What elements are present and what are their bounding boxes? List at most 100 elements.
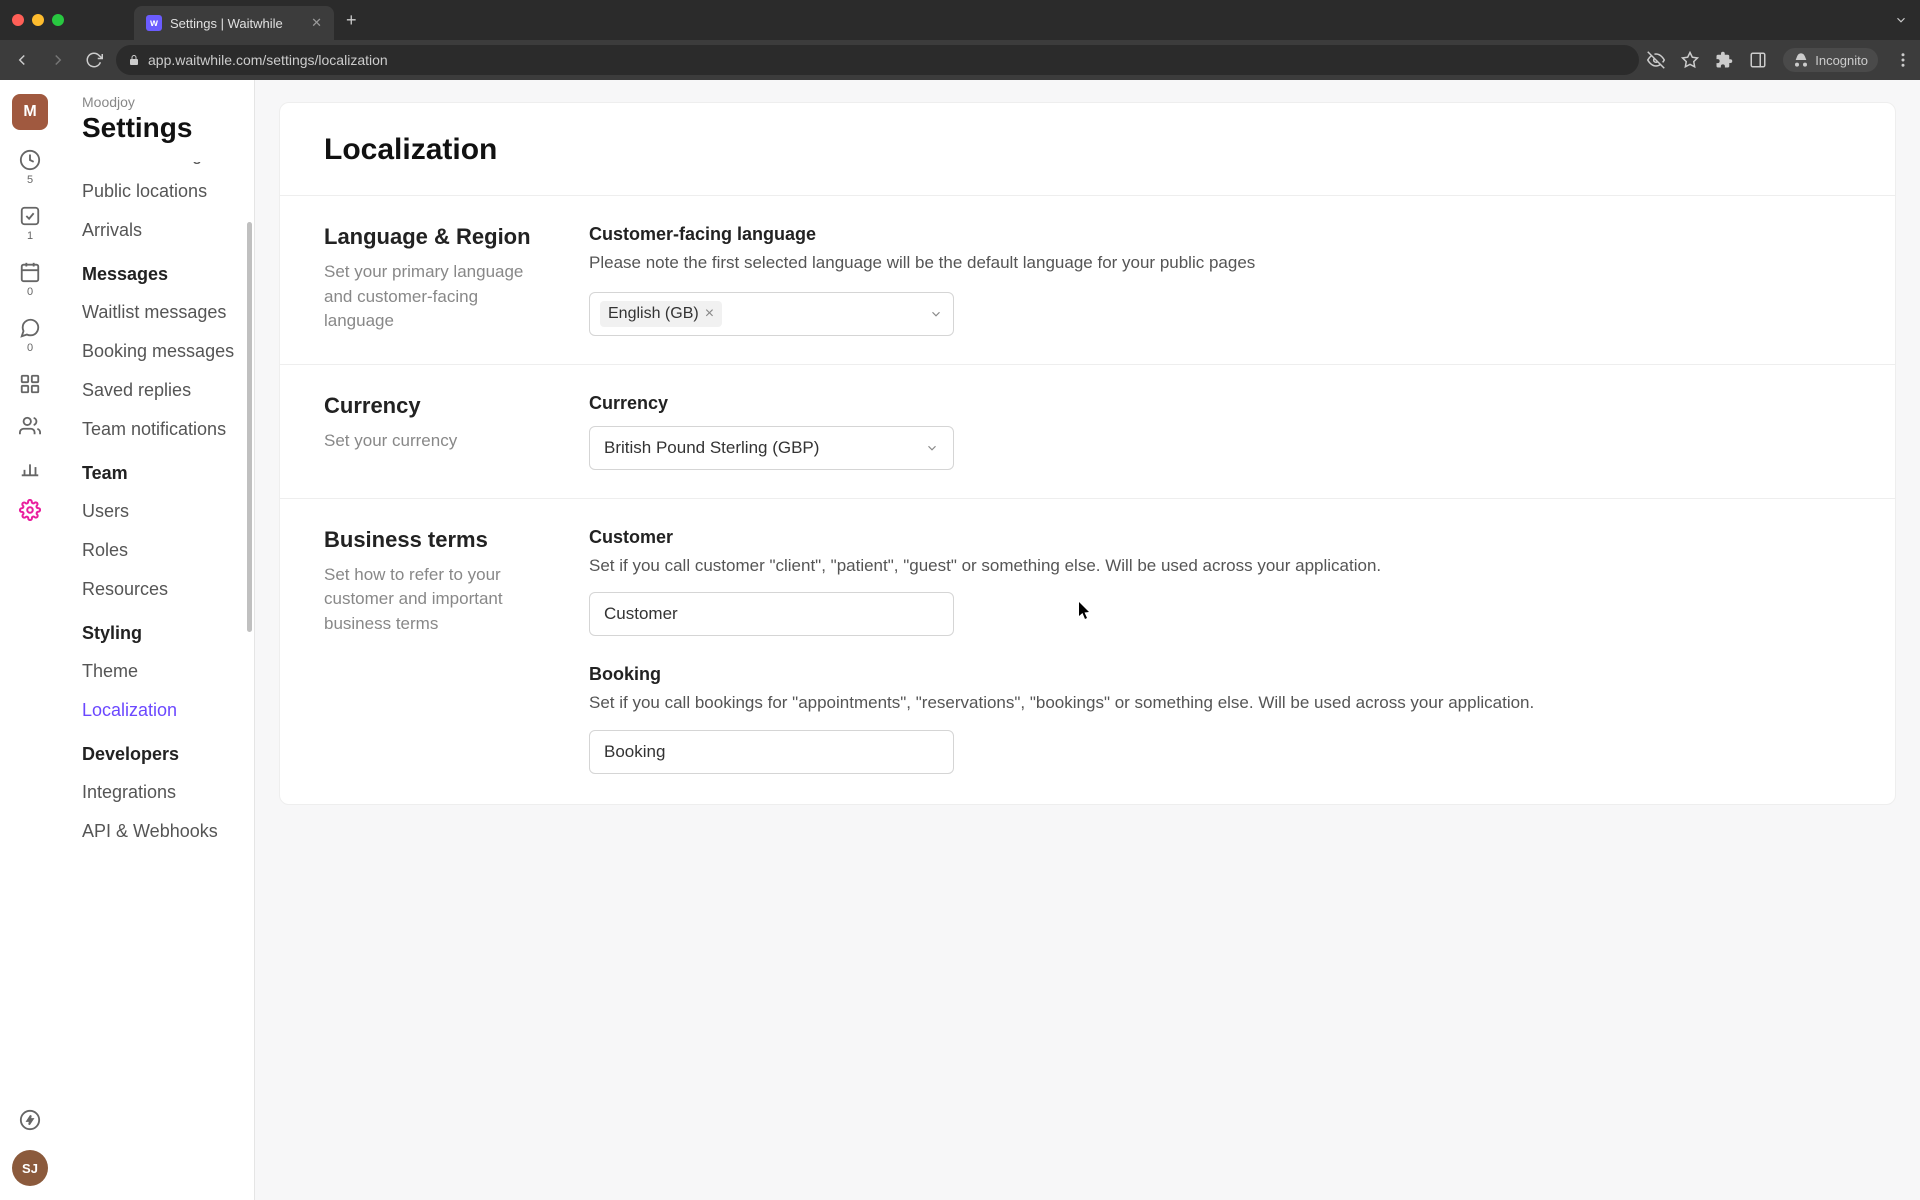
nav-item-localization[interactable]: Localization [82,691,254,730]
incognito-badge[interactable]: Incognito [1783,48,1878,72]
clock-icon [18,148,42,172]
nav-heading-team: Team [82,449,254,492]
lock-icon [128,54,140,66]
section-currency: Currency Set your currency Currency Brit… [324,393,1851,470]
booking-term-input[interactable] [589,730,954,774]
section-language-region: Language & Region Set your primary langu… [324,224,1851,336]
nav-item-api-webhooks[interactable]: API & Webhooks [82,812,254,851]
field-label-customer: Customer [589,527,1851,548]
tabs-overflow-icon[interactable] [1894,13,1908,27]
tab-close-button[interactable]: ✕ [311,15,322,31]
chat-icon [18,316,42,340]
nav-item-integrations[interactable]: Integrations [82,773,254,812]
rail-apps[interactable] [12,372,48,396]
rail-clock[interactable]: 5 [12,148,48,186]
field-note-customer: Set if you call customer "client", "pati… [589,554,1851,579]
breadcrumb[interactable]: Moodjoy [82,94,254,110]
tab-title: Settings | Waitwhile [170,16,283,31]
settings-nav-sidebar: Moodjoy Settings Online booking Public l… [60,80,255,1200]
scrollbar-thumb[interactable] [247,222,252,632]
nav-item-team-notifications[interactable]: Team notifications [82,410,254,449]
rail-chat-badge: 0 [27,342,33,354]
currency-value: British Pound Sterling (GBP) [604,438,819,458]
chip-remove-button[interactable]: × [705,305,714,323]
page-title: Settings [82,112,254,144]
divider [280,364,1895,365]
forward-button[interactable] [44,46,72,74]
nav-item-waitlist-messages[interactable]: Waitlist messages [82,293,254,332]
kebab-menu-icon[interactable] [1894,51,1912,69]
section-desc-currency: Set your currency [324,429,549,454]
divider [280,195,1895,196]
rail-calendar[interactable]: 0 [12,260,48,298]
window-minimize-button[interactable] [32,14,44,26]
nav-item-public-locations[interactable]: Public locations [82,172,254,211]
card-title: Localization [324,133,1851,167]
window-maximize-button[interactable] [52,14,64,26]
field-note-customer-language: Please note the first selected language … [589,251,1851,276]
grid-icon [18,372,42,396]
nav-item-roles[interactable]: Roles [82,531,254,570]
rail-analytics[interactable] [12,456,48,480]
settings-content: Localization Language & Region Set your … [255,80,1920,1200]
nav-item-resources[interactable]: Resources [82,570,254,609]
calendar-icon [18,260,42,284]
divider [280,498,1895,499]
new-tab-button[interactable]: + [346,10,357,31]
bookmark-star-icon[interactable] [1681,51,1699,69]
section-desc-language: Set your primary language and customer-f… [324,260,549,334]
check-square-icon [18,204,42,228]
back-button[interactable] [8,46,36,74]
section-desc-business-terms: Set how to refer to your customer and im… [324,563,549,637]
sidepanel-icon[interactable] [1749,51,1767,69]
chevron-down-icon [925,441,939,455]
nav-item-saved-replies[interactable]: Saved replies [82,371,254,410]
reload-button[interactable] [80,46,108,74]
language-multiselect[interactable]: English (GB) × [589,292,954,336]
gear-icon [18,498,42,522]
window-close-button[interactable] [12,14,24,26]
eye-off-icon[interactable] [1647,51,1665,69]
section-business-terms: Business terms Set how to refer to your … [324,527,1851,774]
url-text: app.waitwhile.com/settings/localization [148,52,388,68]
rail-calendar-badge: 0 [27,286,33,298]
nav-item-booking-messages[interactable]: Booking messages [82,332,254,371]
sidebar-scrollbar[interactable] [247,128,252,1200]
nav-item-theme[interactable]: Theme [82,652,254,691]
nav-item-arrivals[interactable]: Arrivals [82,211,254,250]
field-label-currency: Currency [589,393,1851,414]
chevron-down-icon [929,307,943,321]
incognito-icon [1793,52,1809,68]
nav-item-users[interactable]: Users [82,492,254,531]
rail-checkin[interactable]: 1 [12,204,48,242]
users-icon [18,414,42,438]
section-title-currency: Currency [324,393,549,419]
browser-tab[interactable]: w Settings | Waitwhile ✕ [134,6,334,40]
browser-tab-bar: w Settings | Waitwhile ✕ + [0,0,1920,40]
incognito-label: Incognito [1815,53,1868,68]
language-chip: English (GB) × [600,301,722,327]
rail-activity[interactable] [12,1108,48,1132]
tab-favicon: w [146,15,162,31]
user-avatar[interactable]: SJ [12,1150,48,1186]
browser-address-bar: app.waitwhile.com/settings/localization … [0,40,1920,80]
currency-select[interactable]: British Pound Sterling (GBP) [589,426,954,470]
rail-clock-badge: 5 [27,174,33,186]
nav-heading-messages: Messages [82,250,254,293]
org-avatar[interactable]: M [12,94,48,130]
field-label-booking: Booking [589,664,1851,685]
extensions-icon[interactable] [1715,51,1733,69]
nav-heading-developers: Developers [82,730,254,773]
nav-item-online-booking[interactable]: Online booking [82,162,254,172]
rail-users[interactable] [12,414,48,438]
icon-rail: M 5 1 0 0 SJ [0,80,60,1200]
customer-term-input[interactable] [589,592,954,636]
rail-checkin-badge: 1 [27,230,33,242]
lightning-icon [18,1108,42,1132]
url-input[interactable]: app.waitwhile.com/settings/localization [116,45,1639,75]
rail-settings[interactable] [12,498,48,522]
nav-heading-styling: Styling [82,609,254,652]
window-controls [12,14,64,26]
section-title-language: Language & Region [324,224,549,250]
rail-chat[interactable]: 0 [12,316,48,354]
